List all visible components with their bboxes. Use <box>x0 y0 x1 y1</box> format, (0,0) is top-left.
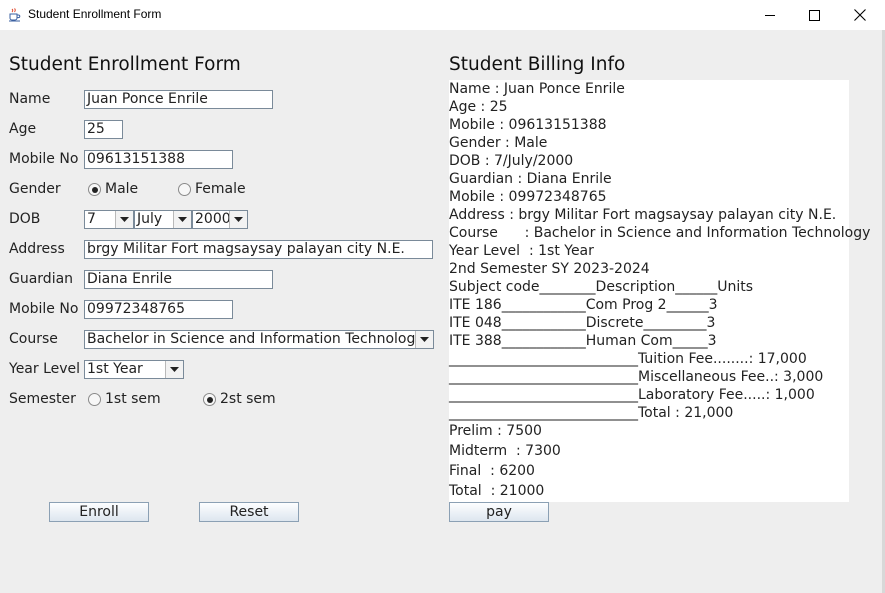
gender-male-radio[interactable] <box>88 183 101 196</box>
year-level-value: 1st Year <box>87 361 143 377</box>
billing-line: Guardian : Diana Enrile <box>449 171 612 187</box>
billing-line: Course : Bachelor in Science and Informa… <box>449 225 871 241</box>
semester-label: Semester <box>9 391 76 407</box>
billing-line: ITE 388____________Human Com_____3 <box>449 333 717 349</box>
dob-year-select[interactable]: 2000 <box>192 210 248 229</box>
dob-year-value: 2000 <box>195 211 231 227</box>
billing-line: DOB : 7/July/2000 <box>449 153 574 169</box>
name-field[interactable]: Juan Ponce Enrile <box>84 90 273 109</box>
java-coffee-cup-icon <box>7 7 22 22</box>
billing-line: Final : 6200 <box>449 463 535 479</box>
billing-line: ITE 048____________Discrete_________3 <box>449 315 716 331</box>
dob-month-select[interactable]: July <box>134 210 192 229</box>
course-label: Course <box>9 331 58 347</box>
enroll-button[interactable]: Enroll <box>49 502 149 522</box>
chevron-down-icon[interactable] <box>115 211 133 228</box>
address-field[interactable]: brgy Militar Fort magsaysay palayan city… <box>84 240 433 259</box>
pay-button[interactable]: pay <box>449 502 549 522</box>
title-bar: Student Enrollment Form <box>0 0 885 30</box>
reset-button[interactable]: Reset <box>199 502 299 522</box>
mobile-label: Mobile No <box>9 151 79 167</box>
course-select[interactable]: Bachelor in Science and Information Tech… <box>84 330 434 349</box>
year-level-label: Year Level <box>9 361 81 377</box>
chevron-down-icon[interactable] <box>229 211 247 228</box>
minimize-icon <box>765 15 775 16</box>
age-field[interactable]: 25 <box>84 120 123 139</box>
semester-1st-label[interactable]: 1st sem <box>105 391 161 407</box>
chevron-down-icon[interactable] <box>415 331 433 348</box>
billing-line: Address : brgy Militar Fort magsaysay pa… <box>449 207 837 223</box>
billing-line: 2nd Semester SY 2023-2024 <box>449 261 650 277</box>
mobile-field[interactable]: 09613151388 <box>84 150 233 169</box>
billing-line: Mobile : 09613151388 <box>449 117 607 133</box>
billing-line: Prelim : 7500 <box>449 423 542 439</box>
billing-line: ITE 186____________Com Prog 2______3 <box>449 297 718 313</box>
guardian-mobile-field[interactable]: 09972348765 <box>84 300 233 319</box>
billing-line: Total : 21000 <box>449 483 545 499</box>
course-value: Bachelor in Science and Information Tech… <box>87 331 424 347</box>
billing-line: ___________________________Laboratory Fe… <box>449 387 815 403</box>
dob-label: DOB <box>9 211 41 227</box>
chevron-down-icon[interactable] <box>165 361 183 378</box>
form-heading: Student Enrollment Form <box>9 54 241 75</box>
billing-line: Subject code________Description______Uni… <box>449 279 754 295</box>
gender-female-radio[interactable] <box>178 183 191 196</box>
semester-1st-radio[interactable] <box>88 393 101 406</box>
maximize-button[interactable] <box>791 0 837 30</box>
billing-line: Gender : Male <box>449 135 548 151</box>
gender-female-label[interactable]: Female <box>195 181 246 197</box>
close-icon <box>854 9 866 21</box>
minimize-button[interactable] <box>747 0 793 30</box>
year-level-select[interactable]: 1st Year <box>84 360 184 379</box>
billing-line: Midterm : 7300 <box>449 443 561 459</box>
dob-month-value: July <box>137 211 163 227</box>
billing-line: Name : Juan Ponce Enrile <box>449 81 625 97</box>
chevron-down-icon[interactable] <box>173 211 191 228</box>
billing-line: ___________________________Miscellaneous… <box>449 369 824 385</box>
semester-2nd-radio[interactable] <box>203 393 216 406</box>
billing-line: Age : 25 <box>449 99 508 115</box>
billing-line: ___________________________Tuition Fee..… <box>449 351 807 367</box>
dob-day-select[interactable]: 7 <box>84 210 134 229</box>
billing-heading: Student Billing Info <box>449 54 626 75</box>
billing-line: Year Level : 1st Year <box>449 243 594 259</box>
dob-day-value: 7 <box>87 211 96 227</box>
gender-male-label[interactable]: Male <box>105 181 138 197</box>
name-label: Name <box>9 91 51 107</box>
billing-line: Mobile : 09972348765 <box>449 189 607 205</box>
semester-2nd-label[interactable]: 2st sem <box>220 391 276 407</box>
gender-label: Gender <box>9 181 61 197</box>
maximize-icon <box>808 9 820 21</box>
guardian-mobile-label: Mobile No <box>9 301 79 317</box>
close-button[interactable] <box>837 0 883 30</box>
address-label: Address <box>9 241 65 257</box>
guardian-field[interactable]: Diana Enrile <box>84 270 273 289</box>
billing-text-area[interactable]: Name : Juan Ponce Enrile Age : 25 Mobile… <box>449 80 870 502</box>
age-label: Age <box>9 121 37 137</box>
guardian-label: Guardian <box>9 271 74 287</box>
window-title: Student Enrollment Form <box>28 7 162 21</box>
billing-line: ___________________________Total : 21,00… <box>449 405 734 421</box>
